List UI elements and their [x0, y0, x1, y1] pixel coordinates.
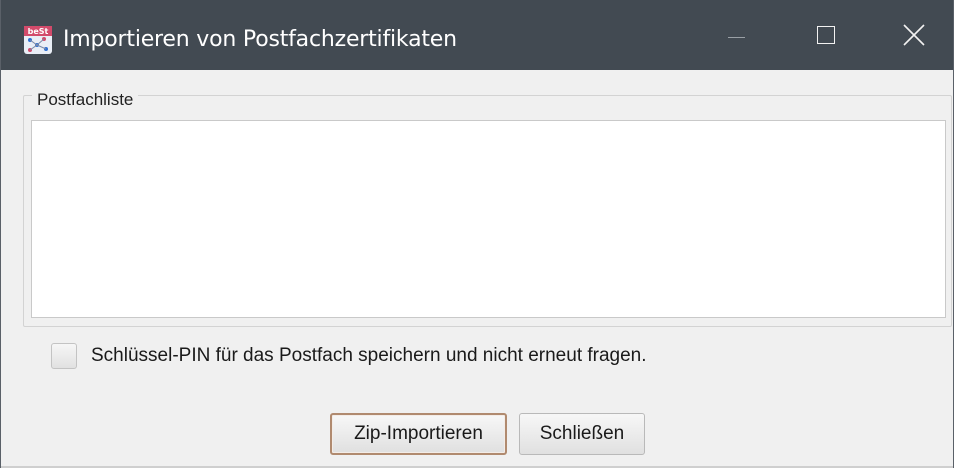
close-button[interactable]: Schließen: [519, 413, 645, 455]
svg-text:beSt: beSt: [28, 27, 49, 36]
mailbox-list-legend: Postfachliste: [32, 90, 139, 110]
maximize-button[interactable]: [791, 0, 861, 70]
dialog-window: beSt Importieren von Postfachzertifikate…: [0, 0, 954, 468]
close-window-button[interactable]: [879, 0, 949, 70]
mailbox-list[interactable]: [31, 120, 946, 318]
maximize-icon: [817, 26, 835, 44]
title-bar[interactable]: beSt Importieren von Postfachzertifikate…: [1, 0, 953, 70]
zip-import-button[interactable]: Zip-Importieren: [330, 413, 507, 455]
window-title: Importieren von Postfachzertifikaten: [63, 27, 457, 52]
save-pin-label[interactable]: Schlüssel-PIN für das Postfach speichern…: [91, 345, 647, 367]
minimize-button[interactable]: [701, 0, 771, 70]
save-pin-checkbox[interactable]: [51, 343, 77, 369]
minimize-icon: [727, 36, 745, 38]
best-app-icon: beSt: [24, 26, 52, 54]
close-icon: [903, 24, 925, 46]
